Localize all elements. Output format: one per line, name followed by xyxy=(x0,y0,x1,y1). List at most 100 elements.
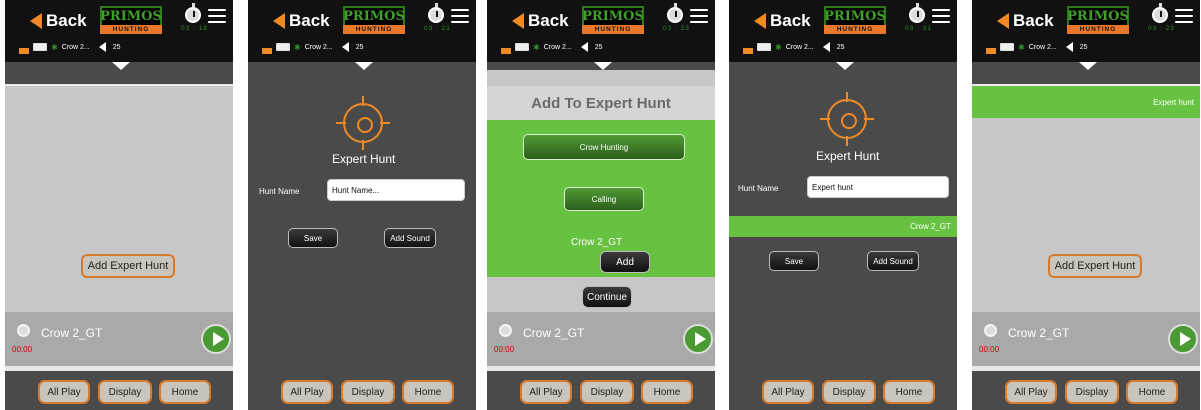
home-button[interactable]: Home xyxy=(402,380,454,404)
back-label: Back xyxy=(528,11,569,30)
hunt-name-label: Hunt Name xyxy=(259,187,300,196)
hunt-list xyxy=(972,86,1200,312)
hunt-list-item[interactable]: Expert hunt xyxy=(972,86,1200,118)
hunt-name-label: Hunt Name xyxy=(738,184,779,193)
battery-icon xyxy=(1000,43,1014,51)
folder-icon xyxy=(19,48,29,54)
add-expert-hunt-button[interactable]: Add Expert Hunt xyxy=(1048,254,1142,278)
play-button[interactable] xyxy=(201,324,231,354)
screen-home: Back PRIMOS HUNTING 03 : 18 ✱ Crow 2... … xyxy=(5,0,233,410)
crosshair-icon xyxy=(380,122,390,124)
play-button[interactable] xyxy=(1168,324,1198,354)
crosshair-icon xyxy=(846,92,848,102)
display-button[interactable]: Display xyxy=(580,380,634,404)
stopwatch-icon[interactable] xyxy=(185,3,201,23)
display-button[interactable]: Display xyxy=(98,380,152,404)
volume-level: 25 xyxy=(112,43,121,51)
screen-add-to-expert-hunt: Back PRIMOS HUNTING 03 : 23 ✱ Crow 2... … xyxy=(487,0,715,410)
hamburger-menu-icon[interactable] xyxy=(1175,9,1193,23)
speaker-icon xyxy=(341,42,349,52)
battery-icon xyxy=(515,43,529,51)
dropdown-caret-icon[interactable] xyxy=(836,62,854,70)
footer-nav: All Play Display Home xyxy=(487,371,715,410)
stopwatch-icon[interactable] xyxy=(499,324,512,337)
play-button[interactable] xyxy=(683,324,713,354)
bluetooth-icon: ✱ xyxy=(1018,42,1025,52)
subcategory-button[interactable]: Calling xyxy=(564,187,644,211)
stopwatch-icon[interactable] xyxy=(1152,3,1168,23)
footer-nav: All Play Display Home xyxy=(729,371,957,410)
page-title: Expert Hunt xyxy=(332,152,396,166)
hamburger-menu-icon[interactable] xyxy=(208,9,226,23)
logo-bottom-text: HUNTING xyxy=(343,25,405,34)
battery-icon xyxy=(33,43,47,51)
stopwatch-icon[interactable] xyxy=(17,324,30,337)
category-button[interactable]: Crow Hunting xyxy=(523,134,685,160)
crosshair-icon xyxy=(343,103,383,143)
back-button[interactable]: Back xyxy=(997,8,1054,34)
bluetooth-icon: ✱ xyxy=(775,42,782,52)
display-button[interactable]: Display xyxy=(822,380,876,404)
continue-button[interactable]: Continue xyxy=(582,286,632,308)
all-play-button[interactable]: All Play xyxy=(281,380,333,404)
display-button[interactable]: Display xyxy=(341,380,395,404)
crosshair-icon xyxy=(362,140,364,150)
all-play-button[interactable]: All Play xyxy=(520,380,572,404)
add-expert-hunt-button[interactable]: Add Expert Hunt xyxy=(81,254,175,278)
timer-readout: 03 : 23 xyxy=(663,25,690,32)
dropdown-caret-icon[interactable] xyxy=(112,62,130,70)
hamburger-menu-icon[interactable] xyxy=(451,9,469,23)
home-button[interactable]: Home xyxy=(159,380,211,404)
player-time: 00:00 xyxy=(494,345,515,354)
back-label: Back xyxy=(770,11,811,30)
crosshair-icon xyxy=(820,118,830,120)
hunt-name-input[interactable]: Expert hunt xyxy=(807,176,949,198)
volume-level: 25 xyxy=(594,43,603,51)
stopwatch-icon[interactable] xyxy=(984,324,997,337)
stopwatch-icon[interactable] xyxy=(909,3,925,23)
add-sound-button[interactable]: Add Sound xyxy=(384,228,436,248)
dropdown-caret-icon[interactable] xyxy=(355,62,373,70)
back-label: Back xyxy=(289,11,330,30)
footer-nav: All Play Display Home xyxy=(972,371,1200,410)
hamburger-menu-icon[interactable] xyxy=(690,9,708,23)
save-button[interactable]: Save xyxy=(288,228,338,248)
home-button[interactable]: Home xyxy=(883,380,935,404)
dropdown-caret-icon[interactable] xyxy=(1079,62,1097,70)
hunt-sound-item[interactable]: Crow 2_GT xyxy=(729,216,957,237)
player-bar: 00:00 Crow 2_GT xyxy=(5,312,233,366)
save-button[interactable]: Save xyxy=(769,251,819,271)
app-header: Back PRIMOS HUNTING 03 : 23 ✱ Crow 2... … xyxy=(972,0,1200,62)
crosshair-icon xyxy=(362,96,364,106)
hunt-name-input[interactable]: Hunt Name... xyxy=(327,179,465,201)
all-play-button[interactable]: All Play xyxy=(38,380,90,404)
app-header: Back PRIMOS HUNTING 03 : 31 ✱ Crow 2... … xyxy=(729,0,957,62)
stopwatch-icon[interactable] xyxy=(667,3,683,23)
speaker-icon xyxy=(1065,42,1073,52)
player-time: 00:00 xyxy=(979,345,1000,354)
current-sound: Crow 2... xyxy=(785,43,814,51)
hunt-list xyxy=(5,86,233,312)
display-button[interactable]: Display xyxy=(1065,380,1119,404)
all-play-button[interactable]: All Play xyxy=(762,380,814,404)
device-status: ✱ Crow 2... 25 xyxy=(19,40,121,54)
stopwatch-icon[interactable] xyxy=(428,3,444,23)
back-arrow-icon xyxy=(30,13,42,29)
back-button[interactable]: Back xyxy=(512,8,569,34)
track-name: Crow 2_GT xyxy=(523,326,585,340)
add-sound-button[interactable]: Add xyxy=(600,251,650,273)
back-button[interactable]: Back xyxy=(30,8,87,34)
primos-logo: PRIMOS HUNTING xyxy=(100,6,162,36)
hamburger-menu-icon[interactable] xyxy=(932,9,950,23)
folder-icon xyxy=(262,48,272,54)
back-label: Back xyxy=(1013,11,1054,30)
back-label: Back xyxy=(46,11,87,30)
back-button[interactable]: Back xyxy=(273,8,330,34)
dropdown-caret-icon[interactable] xyxy=(594,62,612,70)
home-button[interactable]: Home xyxy=(1126,380,1178,404)
logo-top-text: PRIMOS xyxy=(1067,6,1129,25)
home-button[interactable]: Home xyxy=(641,380,693,404)
add-sound-button[interactable]: Add Sound xyxy=(867,251,919,271)
back-button[interactable]: Back xyxy=(754,8,811,34)
all-play-button[interactable]: All Play xyxy=(1005,380,1057,404)
